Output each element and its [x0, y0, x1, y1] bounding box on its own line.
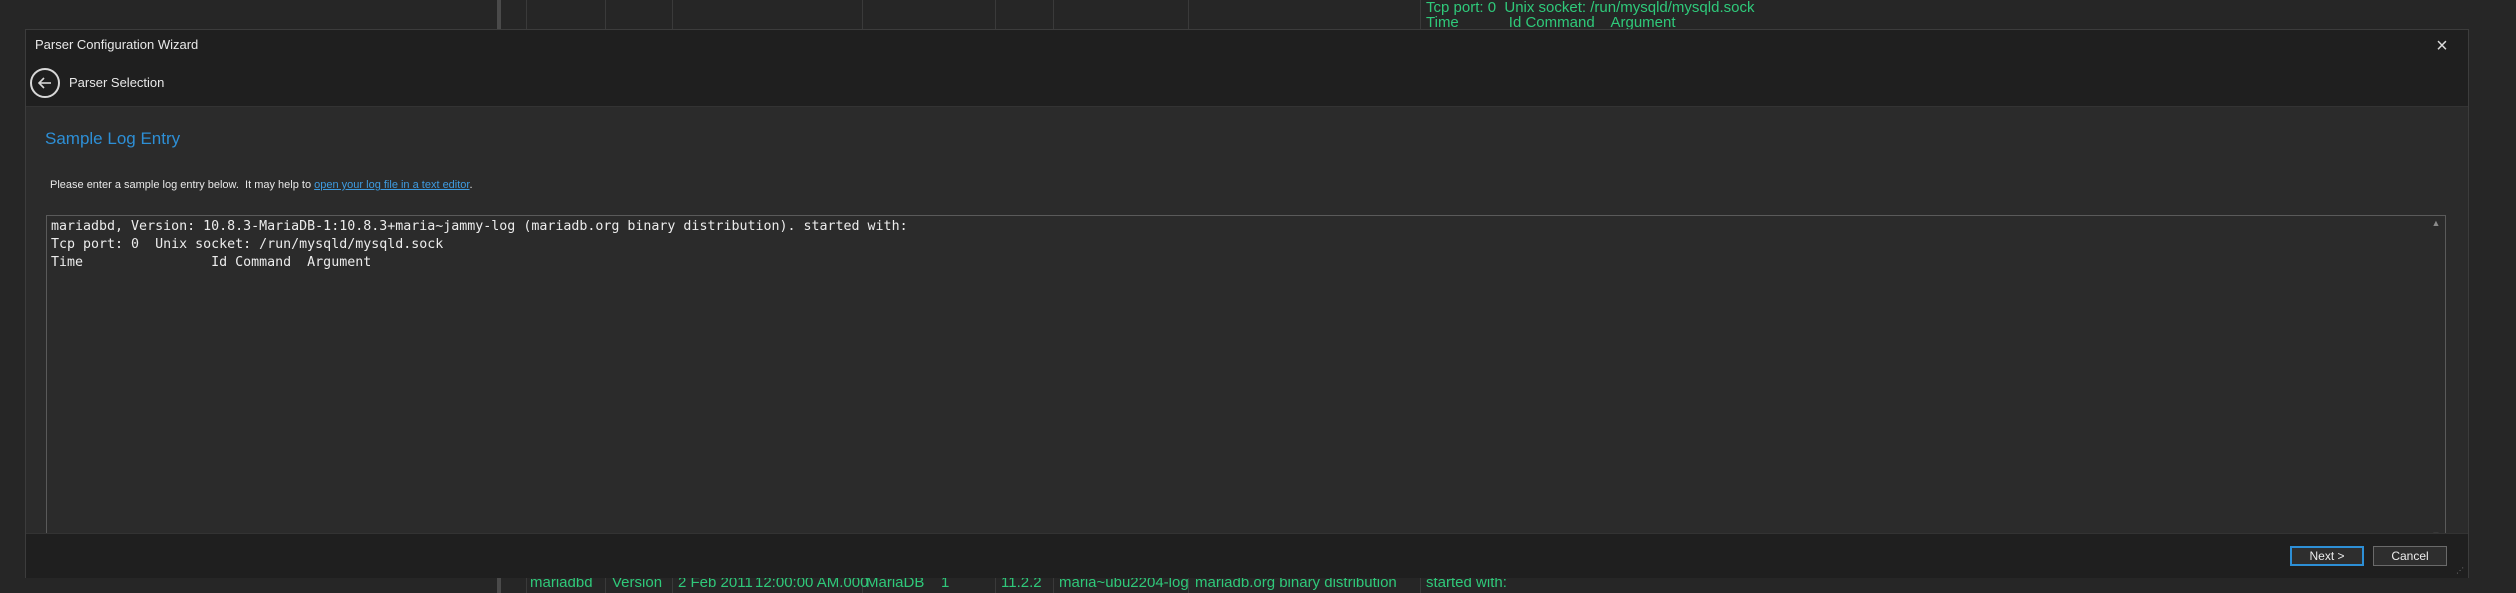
wizard-step-label: Parser Selection [69, 75, 165, 90]
close-icon: × [2436, 35, 2448, 57]
close-button[interactable]: × [2430, 34, 2454, 58]
parser-configuration-wizard-dialog: Parser Configuration Wizard × Parser Sel… [25, 29, 2469, 578]
sample-log-text[interactable]: mariadbd, Version: 10.8.3-MariaDB-1:10.8… [51, 218, 908, 272]
sample-log-entry-textarea[interactable]: mariadbd, Version: 10.8.3-MariaDB-1:10.8… [46, 215, 2446, 543]
arrow-left-icon [37, 77, 51, 89]
section-title: Sample Log Entry [45, 129, 181, 148]
dialog-titlebar[interactable]: Parser Configuration Wizard × [26, 30, 2468, 62]
dialog-footer: Next > Cancel ⋰ [26, 533, 2468, 578]
instruction-prefix: Please enter a sample log entry below. I… [50, 179, 315, 191]
instruction-text: Please enter a sample log entry below. I… [50, 179, 473, 191]
scroll-up-icon[interactable]: ▲ [2431, 218, 2441, 228]
wizard-navbar: Parser Selection [26, 62, 2468, 107]
open-log-file-link[interactable]: open your log file in a text editor [314, 179, 469, 191]
resize-grip-icon[interactable]: ⋰ [2456, 566, 2466, 576]
wizard-content: Sample Log Entry Please enter a sample l… [26, 107, 2468, 543]
instruction-suffix: . [469, 179, 473, 191]
cancel-button[interactable]: Cancel [2373, 546, 2447, 566]
next-button[interactable]: Next > [2290, 546, 2364, 566]
dialog-title: Parser Configuration Wizard [35, 37, 199, 52]
back-button[interactable] [30, 68, 60, 98]
